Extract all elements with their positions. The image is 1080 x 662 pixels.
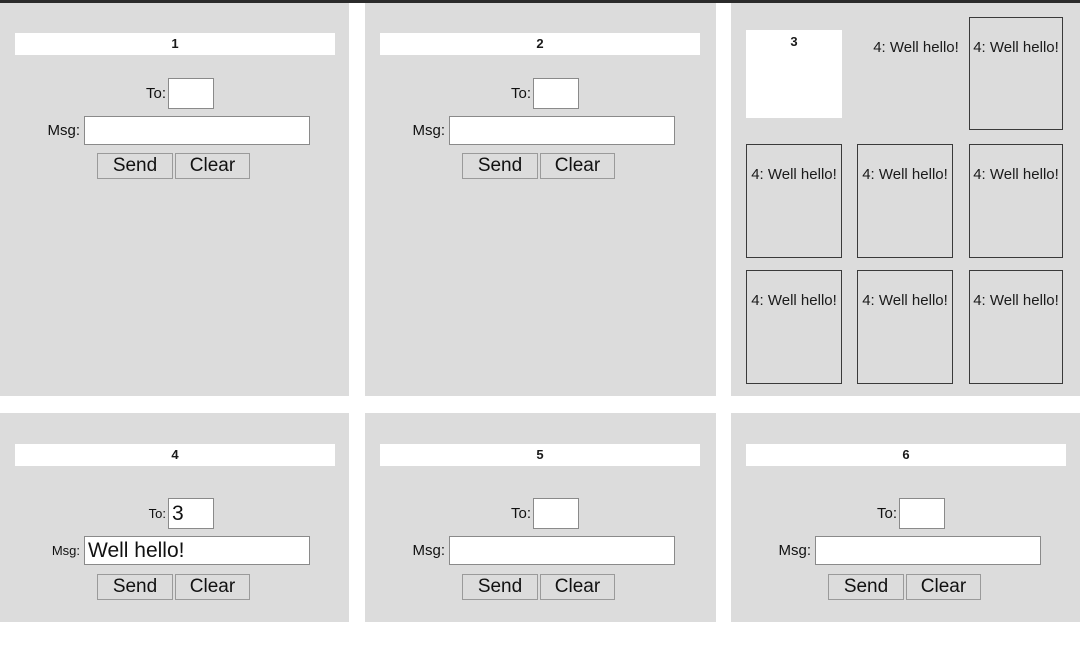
panel-6-msg-row: Msg: [731,536,1080,565]
panel-6-clear-button[interactable]: Clear [906,574,981,600]
panel-2-msg-label: Msg: [412,122,445,139]
panel-5-clear-button[interactable]: Clear [540,574,615,600]
panel-4-msg-label: Msg: [51,543,80,558]
panel-5-send-button[interactable]: Send [462,574,538,600]
panel-5-titlebar: 5 [380,444,700,466]
panel-1-to-row: To: [0,78,349,109]
panel-4-clear-button[interactable]: Clear [175,574,250,600]
panel-5-to-input[interactable] [533,498,579,529]
panel-6-msg-label: Msg: [778,542,811,559]
panel-5-to-label: To: [510,505,531,522]
panel-4-msg-row: Msg: Well hello! [0,536,349,565]
panel-1-send-button[interactable]: Send [97,153,173,179]
panel-2-msg-row: Msg: [365,116,716,145]
messenger-panel-2: 2 To: Msg: Send Clear [365,3,716,396]
panel-5-msg-label: Msg: [412,542,445,559]
panel-3-titlebox: 3 [746,30,842,118]
panel-5-to-row: To: [365,498,716,529]
panel-4-to-row: To: 3 [0,498,349,529]
messenger-panel-4: 4 To: 3 Msg: Well hello! Send Clear [0,413,349,622]
panel-4-button-row: Send Clear [97,574,250,600]
panel-3-message-box: 4: Well hello! [746,144,842,258]
panel-3-message-box: 4: Well hello! [969,17,1063,130]
panel-6-to-input[interactable] [899,498,945,529]
panel-2-titlebar: 2 [380,33,700,55]
panel-2-to-input[interactable] [533,78,579,109]
panel-5-msg-input[interactable] [449,536,675,565]
panel-6-titlebar: 6 [746,444,1066,466]
panel-1-clear-button[interactable]: Clear [175,153,250,179]
messenger-panel-3: 3 4: Well hello! 4: Well hello! 4: Well … [731,3,1080,396]
panel-6-msg-input[interactable] [815,536,1041,565]
panel-4-to-label: To: [148,506,166,521]
panel-5-button-row: Send Clear [462,574,615,600]
messenger-panel-6: 6 To: Msg: Send Clear [731,413,1080,622]
panel-3-message-box: 4: Well hello! [969,270,1063,384]
app-root: 1 To: Msg: Send Clear 2 To: Msg: Send Cl… [0,0,1080,662]
panel-3-message-box: 4: Well hello! [746,270,842,384]
panel-2-clear-button[interactable]: Clear [540,153,615,179]
panel-1-msg-label: Msg: [47,122,80,139]
panel-4-titlebar: 4 [15,444,335,466]
panel-1-button-row: Send Clear [97,153,250,179]
panel-6-to-label: To: [876,505,897,522]
panel-6-to-row: To: [731,498,1080,529]
panel-2-msg-input[interactable] [449,116,675,145]
panel-1-msg-row: Msg: [0,116,349,145]
panel-1-titlebar: 1 [15,33,335,55]
panel-3-message-box: 4: Well hello! [857,270,953,384]
panel-3-message-box: 4: Well hello! [857,144,953,258]
panel-2-to-row: To: [365,78,716,109]
messenger-panel-1: 1 To: Msg: Send Clear [0,3,349,396]
panel-6-button-row: Send Clear [828,574,981,600]
panel-1-to-input[interactable] [168,78,214,109]
panel-3-plain-message: 4: Well hello! [873,39,959,56]
panel-4-to-input[interactable]: 3 [168,498,214,529]
panel-1-msg-input[interactable] [84,116,310,145]
messenger-panel-5: 5 To: Msg: Send Clear [365,413,716,622]
panel-2-to-label: To: [510,85,531,102]
panel-4-send-button[interactable]: Send [97,574,173,600]
panel-1-to-label: To: [145,85,166,102]
panel-3-message-box: 4: Well hello! [969,144,1063,258]
panel-6-send-button[interactable]: Send [828,574,904,600]
panel-2-send-button[interactable]: Send [462,153,538,179]
panel-2-button-row: Send Clear [462,153,615,179]
panel-4-msg-input[interactable]: Well hello! [84,536,310,565]
panel-5-msg-row: Msg: [365,536,716,565]
